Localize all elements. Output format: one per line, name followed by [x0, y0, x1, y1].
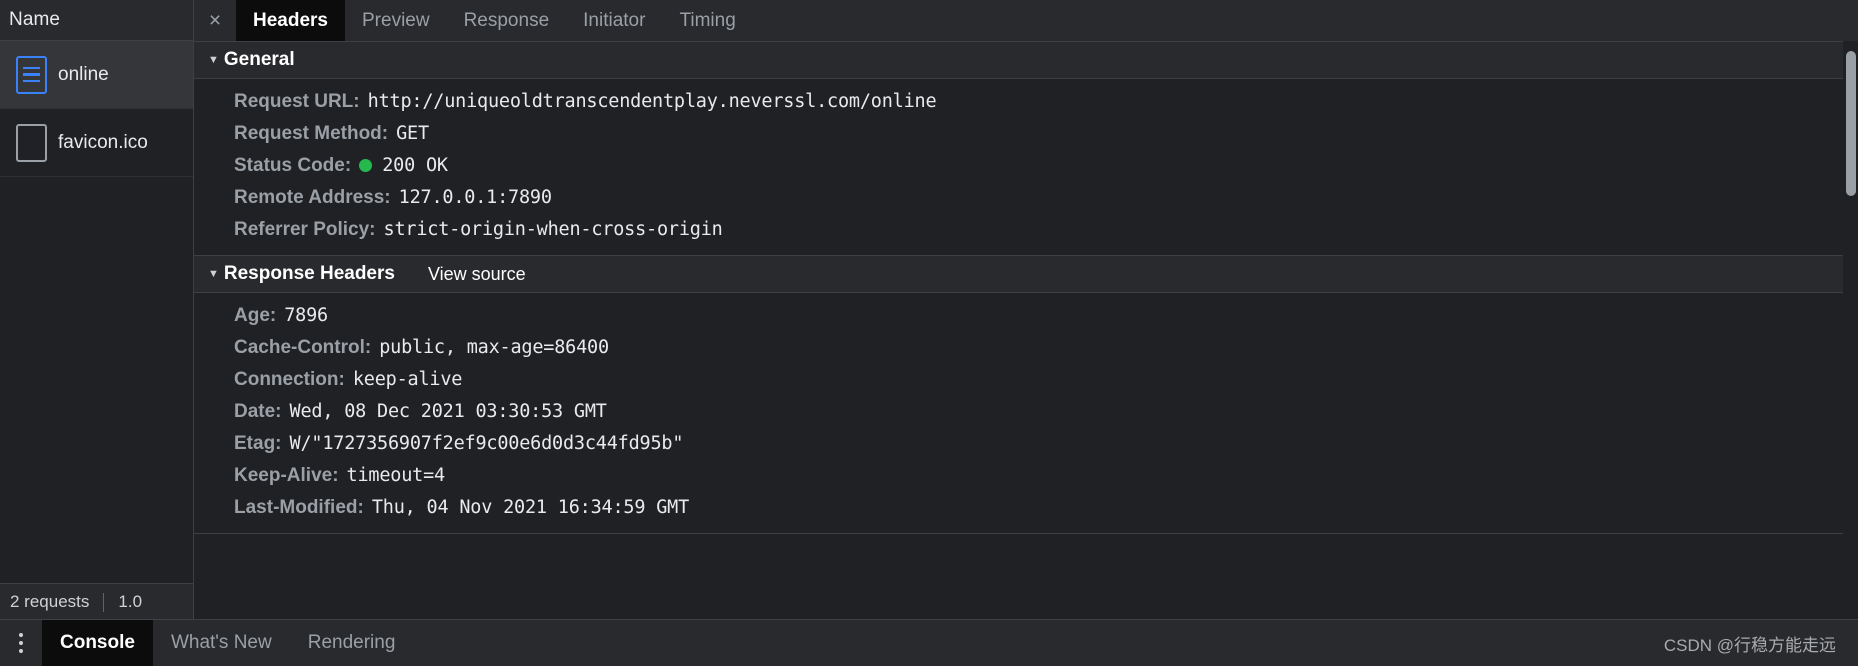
scrollbar-thumb[interactable]: [1846, 51, 1856, 196]
header-row-age: Age: 7896: [194, 300, 1858, 332]
transferred-size: 1.0: [118, 592, 142, 612]
header-value[interactable]: Thu, 04 Nov 2021 16:34:59 GMT: [372, 492, 689, 524]
section-header-general[interactable]: ▼ General: [194, 42, 1858, 79]
header-row-etag: Etag: W/"1727356907f2ef9c00e6d0d3c44fd95…: [194, 428, 1858, 460]
header-row-request-method: Request Method: GET: [194, 118, 1858, 150]
header-name: Last-Modified:: [234, 492, 364, 524]
header-row-cache-control: Cache-Control: public, max-age=86400: [194, 332, 1858, 364]
header-row-status-code: Status Code: 200 OK: [194, 150, 1858, 182]
column-header-name[interactable]: Name: [9, 9, 60, 31]
vertical-scrollbar[interactable]: [1843, 41, 1858, 620]
header-name: Date:: [234, 396, 282, 428]
watermark: CSDN @行稳方能走远: [1664, 620, 1858, 666]
drawer-tab-rendering[interactable]: Rendering: [290, 620, 414, 666]
file-icon: [10, 124, 52, 162]
section-title-general: General: [224, 49, 295, 71]
bottom-drawer: Console What's New Rendering CSDN @行稳方能走…: [0, 619, 1858, 666]
header-row-keep-alive: Keep-Alive: timeout=4: [194, 460, 1858, 492]
chevron-down-icon[interactable]: ▼: [208, 55, 219, 66]
tab-timing[interactable]: Timing: [662, 0, 752, 41]
drawer-tab-console[interactable]: Console: [42, 620, 153, 666]
kebab-menu-icon[interactable]: [0, 620, 42, 666]
request-list-header: Name: [0, 0, 193, 41]
header-name: Age:: [234, 300, 276, 332]
header-row-connection: Connection: keep-alive: [194, 364, 1858, 396]
section-title-response-headers: Response Headers: [224, 263, 395, 285]
header-name: Cache-Control:: [234, 332, 371, 364]
section-body-response-headers: Age: 7896 Cache-Control: public, max-age…: [194, 293, 1858, 534]
network-request-pane: Name online favicon.ico 2 requests: [0, 0, 194, 620]
drawer-tab-whats-new[interactable]: What's New: [153, 620, 290, 666]
header-name: Referrer Policy:: [234, 214, 376, 246]
header-name: Keep-Alive:: [234, 460, 339, 492]
tab-response[interactable]: Response: [447, 0, 567, 41]
header-name: Status Code:: [234, 150, 351, 182]
header-name: Connection:: [234, 364, 345, 396]
close-icon[interactable]: ×: [194, 0, 236, 41]
header-value[interactable]: 7896: [284, 300, 328, 332]
tab-preview[interactable]: Preview: [345, 0, 447, 41]
header-value[interactable]: Wed, 08 Dec 2021 03:30:53 GMT: [290, 396, 607, 428]
header-value[interactable]: timeout=4: [347, 460, 445, 492]
tab-headers[interactable]: Headers: [236, 0, 345, 41]
header-row-request-url: Request URL: http://uniqueoldtranscenden…: [194, 86, 1858, 118]
status-indicator-icon: [359, 159, 372, 172]
request-detail-pane: × Headers Preview Response Initiator Tim…: [194, 0, 1858, 620]
header-value[interactable]: keep-alive: [353, 364, 462, 396]
header-name: Request Method:: [234, 118, 388, 150]
request-row-label: online: [52, 64, 109, 86]
header-name: Remote Address:: [234, 182, 391, 214]
header-value[interactable]: 127.0.0.1:7890: [399, 182, 552, 214]
header-name: Request URL:: [234, 86, 360, 118]
network-status-bar: 2 requests 1.0: [0, 583, 193, 620]
header-value[interactable]: GET: [396, 118, 429, 150]
tab-initiator[interactable]: Initiator: [566, 0, 662, 41]
header-value[interactable]: http://uniqueoldtranscendentplay.neverss…: [368, 86, 937, 118]
header-row-remote-address: Remote Address: 127.0.0.1:7890: [194, 182, 1858, 214]
request-list[interactable]: online favicon.ico: [0, 41, 193, 583]
header-row-date: Date: Wed, 08 Dec 2021 03:30:53 GMT: [194, 396, 1858, 428]
devtools-window: Name online favicon.ico 2 requests: [0, 0, 1858, 666]
section-body-general: Request URL: http://uniqueoldtranscenden…: [194, 79, 1858, 256]
status-divider: [103, 593, 104, 612]
document-icon: [10, 56, 52, 94]
request-row-favicon[interactable]: favicon.ico: [0, 109, 193, 177]
request-row-label: favicon.ico: [52, 132, 148, 154]
view-source-button[interactable]: View source: [428, 264, 526, 285]
header-value[interactable]: public, max-age=86400: [379, 332, 609, 364]
request-row-online[interactable]: online: [0, 41, 193, 109]
devtools-main-area: Name online favicon.ico 2 requests: [0, 0, 1858, 620]
headers-scroll-area[interactable]: ▼ General Request URL: http://uniqueoldt…: [194, 42, 1858, 620]
header-value[interactable]: 200 OK: [382, 150, 448, 182]
section-header-response-headers[interactable]: ▼ Response Headers View source: [194, 256, 1858, 293]
header-name: Etag:: [234, 428, 282, 460]
chevron-down-icon[interactable]: ▼: [208, 269, 219, 280]
header-row-last-modified: Last-Modified: Thu, 04 Nov 2021 16:34:59…: [194, 492, 1858, 524]
header-value[interactable]: W/"1727356907f2ef9c00e6d0d3c44fd95b": [290, 428, 684, 460]
detail-tab-bar: × Headers Preview Response Initiator Tim…: [194, 0, 1858, 42]
header-row-referrer-policy: Referrer Policy: strict-origin-when-cros…: [194, 214, 1858, 246]
header-value[interactable]: strict-origin-when-cross-origin: [384, 214, 723, 246]
requests-count: 2 requests: [10, 592, 89, 612]
